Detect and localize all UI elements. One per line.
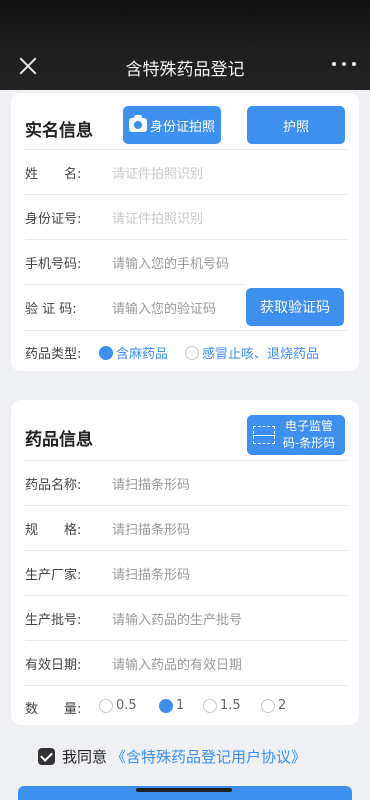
drug-type-row: 药品类型: 含麻药品 感冒止咳、退烧药品	[25, 330, 347, 370]
id-number-label: 身份证号:	[25, 212, 82, 227]
drug-type-label: 药品类型:	[25, 347, 82, 362]
quantity-option[interactable]: 1.5	[203, 698, 241, 713]
identity-section-title: 实名信息	[25, 121, 93, 141]
manufacturer-placeholder: 请扫描条形码	[112, 568, 191, 583]
quantity-label: 数 量:	[25, 702, 82, 717]
identity-card: 实名信息 身份证拍照 护照 姓 名: 请证件拍照识别 身份证号: 请证件拍照识别…	[11, 93, 359, 371]
drug-type-option-label: 含麻药品	[116, 347, 169, 362]
drug-name-placeholder: 请扫描条形码	[112, 478, 191, 493]
verification-code-label: 验 证 码:	[25, 302, 77, 317]
expiry-date-label: 有效日期:	[25, 658, 82, 673]
id-photo-button-label: 身份证拍照	[149, 119, 215, 135]
batch-number-label: 生产批号:	[25, 613, 82, 628]
drug-type-option-narcotic[interactable]: 含麻药品	[99, 343, 168, 362]
spec-label: 规 格:	[25, 523, 82, 538]
more-icon[interactable]	[332, 58, 356, 70]
get-code-button-label: 获取验证码	[260, 300, 330, 316]
spec-field[interactable]: 规 格: 请扫描条形码	[25, 505, 347, 549]
quantity-option[interactable]: 2	[261, 698, 286, 713]
radio-selected-icon	[159, 698, 173, 713]
expiry-date-placeholder: 请输入药品的有效日期	[112, 658, 243, 673]
drug-card: 药品信息 电子监管码-条形码 药品名称: 请扫描条形码 规 格: 请扫描条形码 …	[11, 400, 359, 725]
batch-number-field[interactable]: 生产批号: 请输入药品的生产批号	[25, 595, 347, 639]
drug-section-title: 药品信息	[25, 430, 93, 450]
radio-unselected-icon	[203, 698, 217, 713]
quantity-option[interactable]: 1	[159, 698, 184, 713]
manufacturer-label: 生产厂家:	[25, 568, 82, 583]
radio-unselected-icon	[99, 698, 113, 713]
page-title: 含特殊药品登记	[125, 60, 245, 80]
radio-unselected-icon	[261, 698, 275, 713]
phone-label: 手机号码:	[25, 257, 82, 272]
scan-icon	[253, 426, 275, 444]
phone-placeholder: 请输入您的手机号码	[112, 257, 230, 272]
drug-type-option-cold[interactable]: 感冒止咳、退烧药品	[185, 343, 319, 362]
top-bar: 含特殊药品登记	[0, 0, 370, 90]
batch-number-placeholder: 请输入药品的生产批号	[112, 613, 243, 628]
id-number-field[interactable]: 身份证号: 请证件拍照识别	[25, 194, 347, 238]
radio-unselected-icon	[185, 345, 199, 360]
passport-button[interactable]: 护照	[247, 106, 345, 144]
manufacturer-field[interactable]: 生产厂家: 请扫描条形码	[25, 550, 347, 594]
quantity-option-label: 0.5	[116, 698, 137, 713]
camera-icon	[128, 115, 147, 132]
name-placeholder: 请证件拍照识别	[112, 167, 204, 182]
verification-code-field[interactable]: 验 证 码: 请输入您的验证码	[25, 284, 245, 328]
submit-button[interactable]	[18, 786, 352, 800]
expiry-date-field[interactable]: 有效日期: 请输入药品的有效日期	[25, 640, 347, 684]
name-label: 姓 名:	[25, 167, 82, 182]
drug-type-option-label: 感冒止咳、退烧药品	[202, 347, 320, 362]
quantity-row: 数 量: 0.5 1 1.5 2	[25, 685, 347, 725]
quantity-option-label: 1	[176, 698, 185, 713]
drug-name-field[interactable]: 药品名称: 请扫描条形码	[25, 460, 347, 504]
id-photo-button[interactable]: 身份证拍照	[123, 106, 221, 144]
scan-barcode-button-label: 电子监管码-条形码	[282, 419, 336, 450]
passport-button-label: 护照	[282, 119, 309, 135]
drug-name-label: 药品名称:	[25, 478, 82, 493]
get-code-button[interactable]: 获取验证码	[246, 288, 344, 326]
verification-code-placeholder: 请输入您的验证码	[112, 302, 217, 317]
spec-placeholder: 请扫描条形码	[112, 523, 191, 538]
quantity-option[interactable]: 0.5	[99, 698, 137, 713]
phone-field[interactable]: 手机号码: 请输入您的手机号码	[25, 239, 347, 283]
agreement-text: 我同意	[62, 748, 108, 766]
agreement-checkbox[interactable]	[38, 748, 55, 765]
scan-barcode-button[interactable]: 电子监管码-条形码	[247, 415, 345, 455]
quantity-option-label: 2	[278, 698, 287, 713]
name-field[interactable]: 姓 名: 请证件拍照识别	[25, 149, 347, 193]
agreement-row: 我同意 《含特殊药品登记用户协议》	[38, 746, 306, 767]
quantity-option-label: 1.5	[220, 698, 241, 713]
id-number-placeholder: 请证件拍照识别	[112, 212, 204, 227]
radio-selected-icon	[99, 345, 113, 360]
agreement-link[interactable]: 《含特殊药品登记用户协议》	[111, 746, 306, 767]
